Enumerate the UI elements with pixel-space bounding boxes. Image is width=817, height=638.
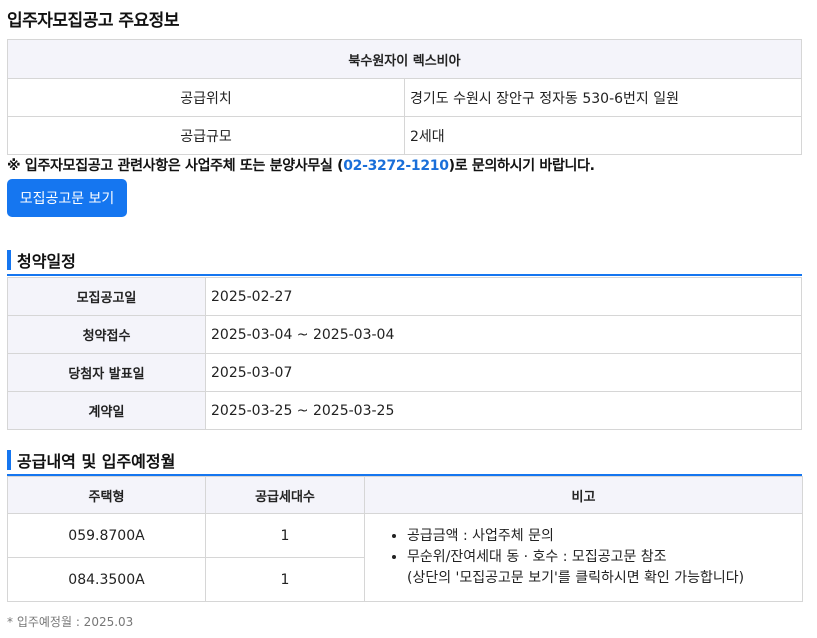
section-title: 청약일정	[17, 252, 76, 271]
table-row: 모집공고일 2025-02-27	[7, 277, 802, 316]
column-header: 비고	[364, 476, 803, 514]
row-value: 2025-02-27	[205, 277, 802, 316]
row-label: 공급위치	[7, 78, 405, 117]
table-row: 059.8700A 1 공급금액 : 사업주체 문의 무순위/잔여세대 동 · …	[7, 513, 803, 602]
complex-name: 북수원자이 렉스비아	[7, 39, 802, 79]
row-value: 2025-03-07	[205, 353, 802, 392]
supply-scale-value: 2세대	[404, 116, 802, 155]
row-label: 공급규모	[7, 116, 405, 155]
row-label: 당첨자 발표일	[7, 353, 206, 392]
table-header-row: 주택형 공급세대수 비고	[7, 476, 803, 514]
table-row: 계약일 2025-03-25 ~ 2025-03-25	[7, 391, 802, 430]
row-label: 청약접수	[7, 315, 206, 354]
section-title: 공급내역 및 입주예정월	[17, 452, 176, 471]
phone-number: 02-3272-1210	[343, 158, 449, 174]
unit-count: 1	[205, 513, 365, 558]
view-notice-button[interactable]: 모집공고문 보기	[7, 179, 127, 217]
row-value: 2025-03-25 ~ 2025-03-25	[205, 391, 802, 430]
schedule-section-header: 청약일정	[7, 248, 802, 276]
table-row: 북수원자이 렉스비아	[7, 39, 802, 79]
supply-table: 주택형 공급세대수 비고 059.8700A 1 공급금액 : 사업주체 문의 …	[7, 476, 803, 602]
column-header: 주택형	[7, 476, 206, 514]
list-item: 공급금액 : 사업주체 문의	[407, 526, 802, 547]
supply-section-header: 공급내역 및 입주예정월	[7, 448, 802, 476]
page-title: 입주자모집공고 주요정보	[7, 11, 179, 31]
row-label: 계약일	[7, 391, 206, 430]
remarks-list: 공급금액 : 사업주체 문의 무순위/잔여세대 동 · 호수 : 모집공고문 참…	[389, 526, 802, 568]
row-value: 2025-03-04 ~ 2025-03-04	[205, 315, 802, 354]
supply-location-value: 경기도 수원시 장안구 정자동 530-6번지 일원	[404, 78, 802, 117]
contact-notice: ※ 입주자모집공고 관련사항은 사업주체 또는 분양사무실 (02-3272-1…	[7, 155, 595, 175]
notice-prefix: ※ 입주자모집공고 관련사항은 사업주체 또는 분양사무실 (	[7, 158, 344, 174]
move-in-footnote: * 입주예정월 : 2025.03	[7, 615, 134, 629]
schedule-table: 모집공고일 2025-02-27 청약접수 2025-03-04 ~ 2025-…	[7, 277, 802, 430]
notice-suffix: )로 문의하시기 바랍니다.	[448, 158, 595, 174]
housing-type: 059.8700A	[7, 513, 206, 558]
remarks-cell: 공급금액 : 사업주체 문의 무순위/잔여세대 동 · 호수 : 모집공고문 참…	[364, 513, 803, 602]
table-row: 청약접수 2025-03-04 ~ 2025-03-04	[7, 315, 802, 354]
list-item: 무순위/잔여세대 동 · 호수 : 모집공고문 참조	[407, 547, 802, 568]
table-row: 당첨자 발표일 2025-03-07	[7, 353, 802, 392]
section-bar	[7, 450, 11, 470]
table-row: 공급위치 경기도 수원시 장안구 정자동 530-6번지 일원	[7, 78, 802, 117]
unit-count: 1	[205, 557, 365, 602]
section-bar	[7, 250, 11, 270]
housing-type: 084.3500A	[7, 557, 206, 602]
column-header: 공급세대수	[205, 476, 365, 514]
info-table: 북수원자이 렉스비아 공급위치 경기도 수원시 장안구 정자동 530-6번지 …	[7, 39, 802, 155]
row-label: 모집공고일	[7, 277, 206, 316]
remarks-extra: (상단의 '모집공고문 보기'를 클릭하시면 확인 가능합니다)	[407, 570, 745, 586]
table-row: 공급규모 2세대	[7, 116, 802, 155]
